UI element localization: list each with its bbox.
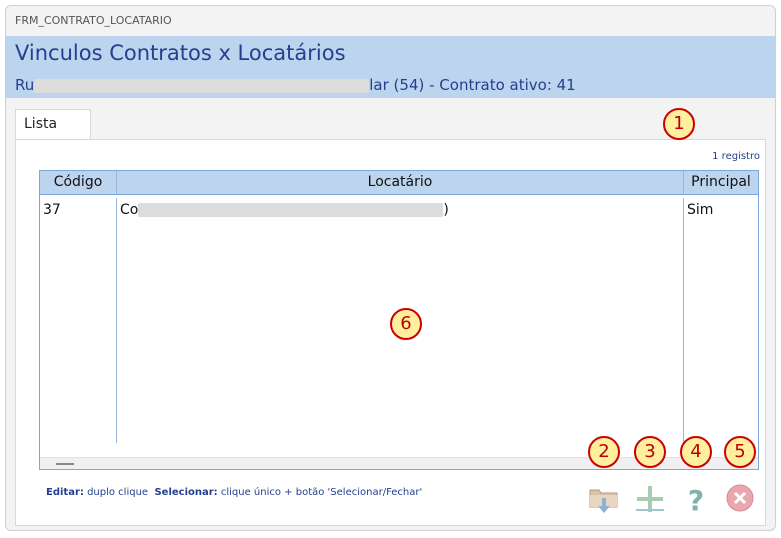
edit-hint-label: Editar: [46,487,84,498]
subtitle-end: lar (54) - Contrato ativo: 41 [369,76,576,94]
column-header-locatario[interactable]: Locatário [116,171,683,194]
select-close-button[interactable] [587,481,621,515]
add-icon [636,486,664,512]
window-title: FRM_CONTRATO_LOCATARIO [15,14,172,27]
annotation-badge: 2 [588,436,620,468]
record-count: 1 registro [549,147,762,167]
help-button[interactable]: ? [679,481,713,517]
locatario-start: Co [120,202,139,218]
redacted-text [34,78,370,93]
page-subtitle: Ru lar (54) - Contrato ativo: 41 [15,76,576,94]
select-hint-label: Selecionar: [154,487,218,498]
subtitle-start: Ru [15,76,35,94]
locatario-end: ) [443,202,449,218]
grid-header: Código Locatário Principal [40,171,758,195]
scrollbar-thumb[interactable] [56,463,74,465]
column-header-codigo[interactable]: Código [40,171,116,194]
page-title: Vinculos Contratos x Locatários [15,41,346,65]
annotation-badge: 6 [390,308,422,340]
add-button[interactable] [633,481,667,515]
cell-codigo: 37 [43,202,61,218]
annotation-badge: 5 [724,436,756,468]
svg-text:?: ? [688,484,704,515]
cell-principal: Sim [683,198,758,443]
select-import-icon [589,489,618,513]
tab-lista[interactable]: Lista [15,109,91,140]
redacted-text [138,203,444,217]
annotation-badge: 3 [634,436,666,468]
help-icon: ? [688,484,704,517]
select-hint-text: clique único + botão 'Selecionar/Fechar' [220,487,423,498]
close-icon [726,484,754,512]
annotation-badge: 1 [663,108,695,140]
usage-hint: Editar: duplo clique Selecionar: clique … [46,487,422,498]
tab-panel: 1 registro Código Locatário Principal 37… [15,139,766,526]
edit-hint-text: duplo clique [87,487,149,498]
column-header-principal[interactable]: Principal [683,171,758,194]
form-header: Vinculos Contratos x Locatários Ru lar (5… [6,36,775,98]
annotation-badge: 4 [680,436,712,468]
close-button[interactable] [723,481,757,515]
